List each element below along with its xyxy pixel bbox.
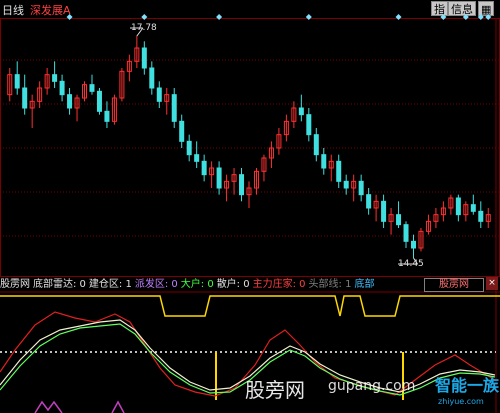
candle-body [179,120,185,142]
marker-diamond [485,14,492,20]
chart-canvas [0,14,500,413]
watermark-url: gupang.com [328,378,416,394]
candle-body [104,110,110,122]
candle-body [186,140,192,156]
indicator-item: 底部雷达: 0 [33,279,86,290]
candle-body [141,47,147,69]
indicator-item: 派发区: 0 [134,279,178,290]
candle-body [478,210,484,222]
indicator-item: 大户: 0 [180,279,214,290]
candle-body [59,80,65,96]
indicator-item: 底部 [354,279,375,290]
indicator-item: 头部线: 1 [308,279,352,290]
marker-diamond [477,14,484,20]
indicator-select[interactable]: 股雳网 [424,278,484,292]
marker-diamond [216,14,223,20]
marker-diamond [462,14,469,20]
candle-body [67,94,73,109]
indicator-item: 主力庄家: 0 [252,279,306,290]
candle-body [52,74,58,82]
candle-body [22,87,28,109]
candle-body [156,87,162,102]
candle-body [194,154,200,162]
candle-body [298,107,304,116]
stock-chart-window: 日线 深发展A 指 信息 ▦ 17.78 14.45 股雳网 底部雷达: 0 建仓区… [0,0,500,413]
candle-body [201,160,207,176]
candle-body [321,154,327,169]
candle-body [171,94,177,122]
logo-url: zhiyue.com [438,397,484,406]
magenta-curve [111,400,125,413]
candle-body [313,134,319,156]
magenta-curve [34,400,63,413]
candle-body [96,90,102,112]
logo-text: 智能一族 [435,376,500,395]
candle-body [470,204,476,212]
candle-body [239,174,245,196]
low-price-label: 14.45 [398,259,424,269]
indicator-name[interactable]: 股雳网 [0,279,30,290]
indicator-item: 建仓区: 1 [88,279,132,290]
marker-diamond [440,14,447,20]
marker-diamond [66,14,73,20]
candle-body [14,74,20,89]
close-icon[interactable]: × [486,277,498,290]
candle-body [343,180,349,189]
marker-diamond [141,14,148,20]
candle-body [403,224,409,242]
candle-body [410,240,416,249]
candle-body [89,84,95,92]
candle-body [216,167,222,189]
candle-body [336,160,342,182]
step-line [0,295,500,317]
candle-body [381,200,387,222]
marker-diamond [305,14,312,20]
candle-body [358,180,364,196]
marker-diamond [395,14,402,20]
candle-body [455,197,461,216]
indicator-item: 散户: 0 [216,279,250,290]
watermark-brand: 股旁网 [245,378,305,402]
candle-body [149,67,155,89]
high-price-label: 17.78 [131,23,157,33]
candle-body [306,114,312,136]
candle-body [366,194,372,209]
candle-body [396,214,402,226]
